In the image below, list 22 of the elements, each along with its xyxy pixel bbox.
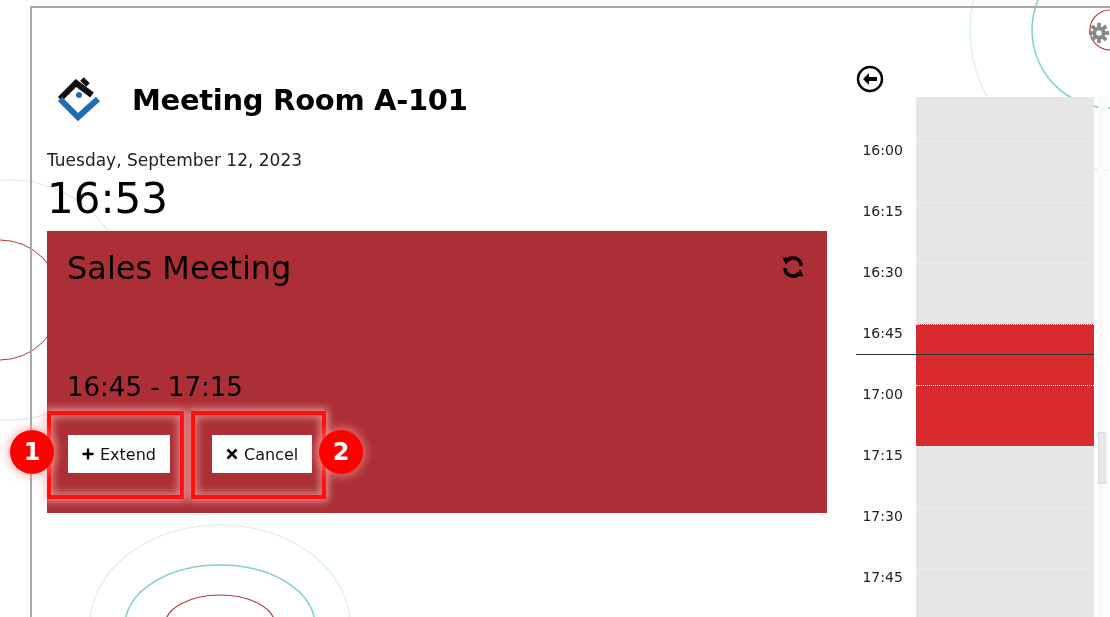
date-text: Tuesday, September 12, 2023 [47,149,304,171]
time-label: 16:15 [862,203,903,219]
close-icon [226,448,238,460]
room-title: Meeting Room A-101 [132,83,468,117]
time-label: 17:15 [862,447,903,463]
time-label: 17:45 [862,569,903,585]
callout-badge: 2 [319,430,364,474]
callout-badge: 1 [10,430,54,474]
booking-block[interactable] [916,324,1095,385]
extend-button[interactable]: Extend [68,435,170,473]
booking-block[interactable] [916,385,1095,446]
time-label: 17:00 [862,386,903,402]
clock-text: 16:53 [47,175,170,223]
plus-icon [82,448,94,460]
settings-icon[interactable] [1088,22,1110,44]
meeting-title: Sales Meeting [67,249,292,287]
time-label: 17:30 [862,508,903,524]
time-label: 16:45 [862,325,903,341]
cancel-button[interactable]: Cancel [212,435,313,473]
time-label: 16:30 [862,264,903,280]
time-label: 16:00 [862,142,903,158]
meeting-time-range: 16:45 - 17:15 [67,371,244,403]
